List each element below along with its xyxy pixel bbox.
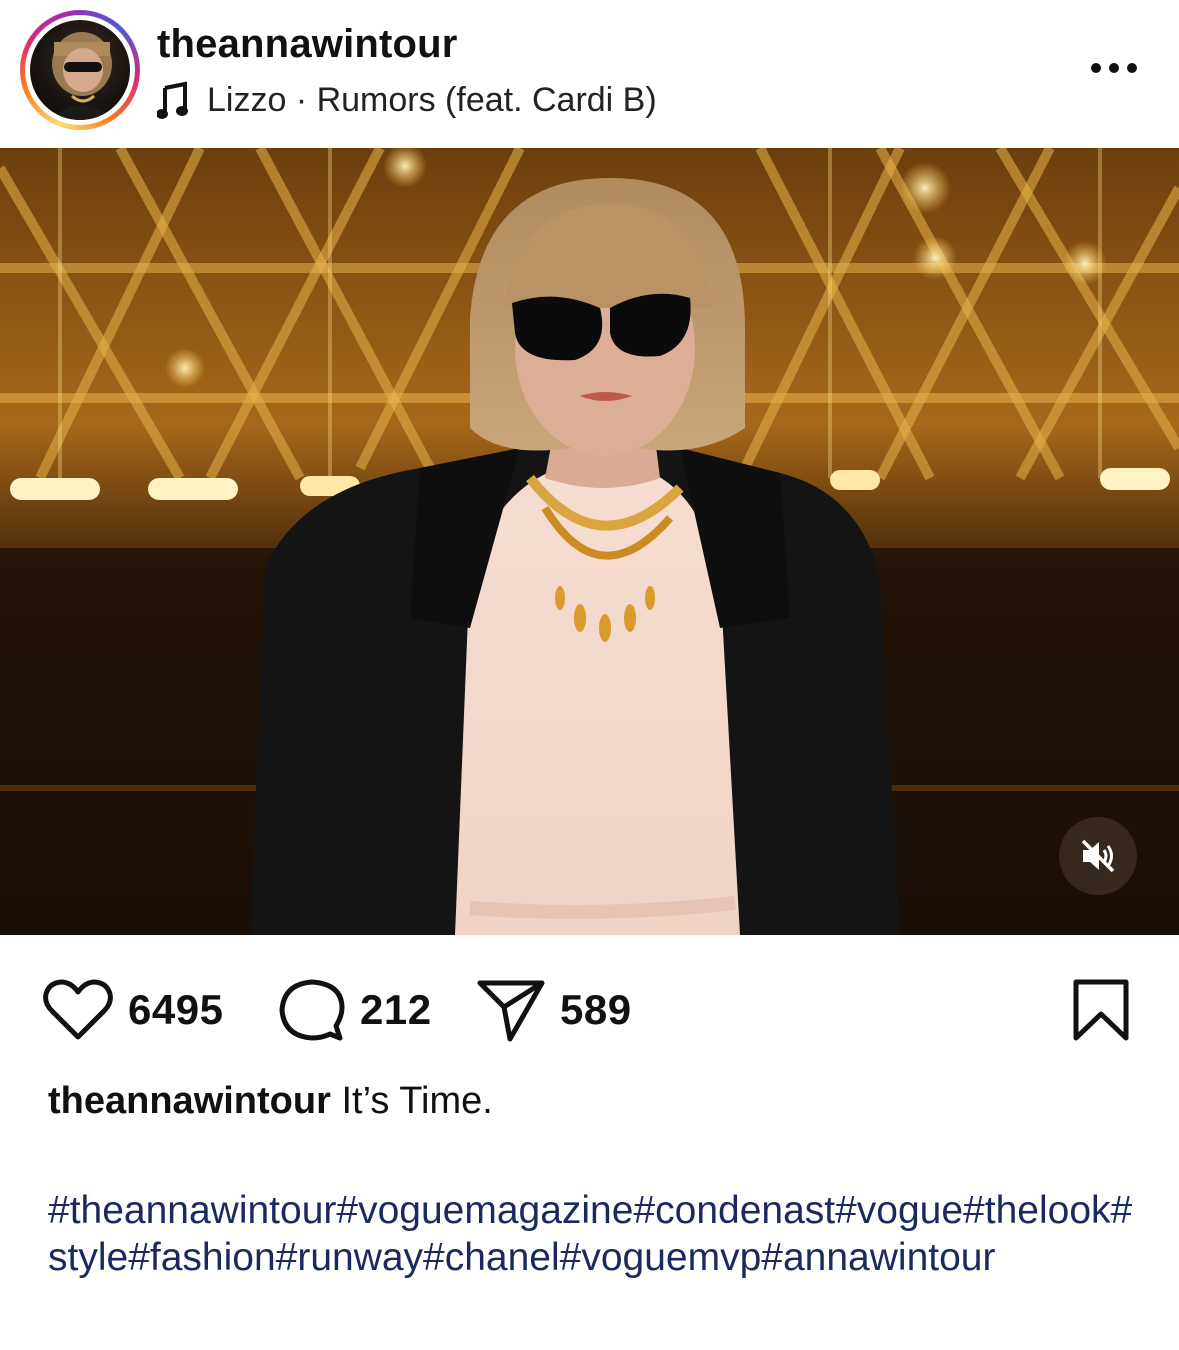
heart-icon bbox=[43, 979, 113, 1040]
caption-username[interactable]: theannawintour bbox=[48, 1080, 331, 1122]
post-media[interactable] bbox=[0, 148, 1179, 935]
like-count[interactable]: 6495 bbox=[128, 986, 223, 1034]
mute-toggle-button[interactable] bbox=[1059, 817, 1137, 895]
post-header: theannawintour Lizzo · Rumors (feat. Car… bbox=[0, 0, 1179, 148]
story-ring[interactable] bbox=[20, 10, 140, 130]
send-icon bbox=[477, 980, 545, 1042]
caption-text: It’s Time. bbox=[341, 1080, 493, 1122]
more-options-icon[interactable] bbox=[1089, 58, 1139, 78]
muted-speaker-icon bbox=[1081, 839, 1115, 873]
music-link[interactable]: Lizzo · Rumors (feat. Cardi B) bbox=[157, 78, 657, 122]
bookmark-icon[interactable] bbox=[1070, 978, 1132, 1042]
share-button[interactable]: 589 bbox=[476, 960, 632, 1060]
share-count[interactable]: 589 bbox=[560, 986, 632, 1034]
post-actions: 6495 212 589 bbox=[0, 960, 1179, 1060]
music-note-icon bbox=[157, 81, 188, 119]
avatar-image bbox=[50, 32, 115, 120]
post-username[interactable]: theannawintour bbox=[157, 22, 458, 67]
comment-bubble-icon bbox=[279, 979, 345, 1041]
comment-count[interactable]: 212 bbox=[360, 986, 432, 1034]
avatar[interactable] bbox=[30, 20, 130, 120]
post-caption: theannawintour It’s Time. bbox=[48, 1080, 493, 1123]
caption-hashtags[interactable]: #theannawintour#voguemagazine#condenast#… bbox=[48, 1187, 1138, 1281]
post-photo bbox=[0, 148, 1179, 935]
comment-button[interactable]: 212 bbox=[278, 960, 432, 1060]
music-title: Lizzo · Rumors (feat. Cardi B) bbox=[207, 80, 657, 119]
like-button[interactable]: 6495 bbox=[42, 960, 223, 1060]
